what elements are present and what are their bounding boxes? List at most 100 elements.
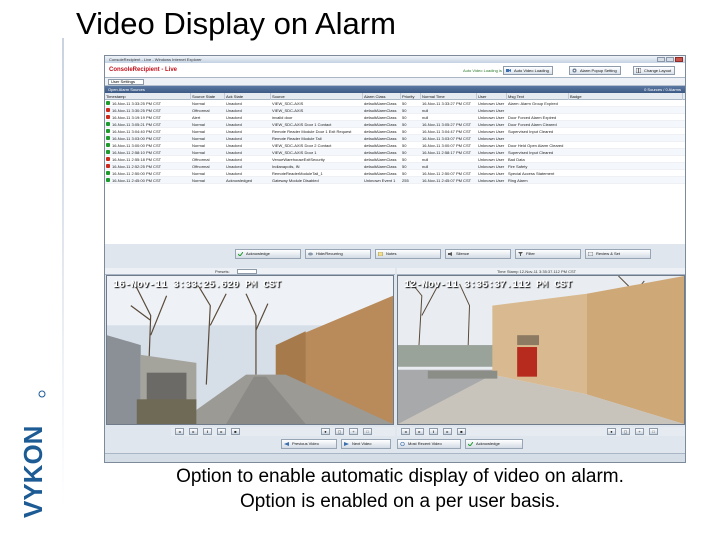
right-forward-button[interactable]: ▸: [443, 428, 452, 435]
right-rewind-button[interactable]: ◂: [401, 428, 410, 435]
most-recent-video-button[interactable]: Most Recent Video: [397, 439, 461, 449]
table-row[interactable]: 16-Nov-11 3:05:21 PM CST Normal Unacked VIE…: [105, 121, 685, 128]
table-cell: null: [422, 157, 429, 162]
window-title: ConsoleRecipient - Live - Windows Intern…: [109, 57, 202, 62]
status-indicator-icon: [106, 101, 110, 105]
right-video-feed[interactable]: 12-Nov-11 3:35:37.112 PM CST: [397, 275, 685, 425]
logo-text: VYKON: [20, 426, 48, 518]
right-fullscreen-button[interactable]: □: [649, 428, 658, 435]
table-cell: invalid door: [272, 115, 293, 120]
table-cell: Door Forced Alarm Cleared: [508, 122, 557, 127]
table-row[interactable]: 16-Nov-11 3:00:00 PM CST Normal Unacked VIE…: [105, 142, 685, 149]
notes-button[interactable]: Notes: [375, 249, 441, 259]
table-row[interactable]: 16-Nov-11 3:33:25 PM CST Normal Unacked VIE…: [105, 100, 685, 107]
table-cell: Unknown User: [478, 101, 505, 106]
table-row[interactable]: 16-Nov-11 2:50:00 PM CST Normal Unacked Rem…: [105, 170, 685, 177]
right-live-button[interactable]: ●: [607, 428, 616, 435]
column-badge[interactable]: Badge: [569, 93, 683, 100]
review-icon: [588, 252, 593, 256]
right-stop-button[interactable]: ■: [457, 428, 466, 435]
table-cell: 50: [402, 108, 407, 113]
table-row[interactable]: 16-Nov-11 3:04:40 PM CST Normal Unacked Rem…: [105, 128, 685, 135]
table-cell: Supervised Input Cleared: [508, 150, 554, 155]
table-cell: Unacked: [226, 115, 242, 120]
table-cell: [569, 100, 683, 107]
acknowledge-button[interactable]: Acknowledge: [235, 249, 301, 259]
maximize-button[interactable]: [666, 57, 674, 62]
next-video-button[interactable]: Next Video: [341, 439, 391, 449]
table-cell: Remote Reader Module Tail: [272, 136, 322, 141]
table-cell: Normal: [192, 143, 205, 148]
column-source-state[interactable]: Source State: [191, 93, 225, 100]
table-cell: Unknown User: [478, 129, 505, 134]
user-settings-select[interactable]: User Settings: [108, 79, 144, 85]
change-layout-button[interactable]: Change Layout: [633, 66, 676, 75]
snapshot-button[interactable]: ◻: [335, 428, 344, 435]
column-ack-state[interactable]: Ack State: [225, 93, 271, 100]
column-msg-text[interactable]: Msg Text: [507, 93, 569, 100]
presets-select[interactable]: [237, 269, 257, 274]
fullscreen-button[interactable]: □: [363, 428, 372, 435]
stop-button[interactable]: ■: [231, 428, 240, 435]
status-indicator-icon: [106, 150, 110, 154]
right-zoom-button[interactable]: +: [635, 428, 644, 435]
play-button[interactable]: ▸: [189, 428, 198, 435]
close-button[interactable]: [675, 57, 683, 62]
browser-window: ConsoleRecipient - Live - Windows Intern…: [104, 55, 686, 463]
filter-button[interactable]: Filter: [515, 249, 581, 259]
table-cell: [569, 170, 683, 177]
review-set-button[interactable]: Review & Set: [585, 249, 651, 259]
table-row[interactable]: 16-Nov-11 2:45:00 PM CST Normal Acknowledg…: [105, 177, 685, 184]
table-row[interactable]: 16-Nov-11 3:30:25 PM CST Offnormal Unacked…: [105, 107, 685, 114]
table-row[interactable]: 16-Nov-11 3:03:00 PM CST Normal Unacked Rem…: [105, 135, 685, 142]
check-icon: [468, 442, 473, 446]
filter-row: User Settings: [105, 78, 685, 86]
table-cell: defaultAlarmClass: [364, 108, 397, 113]
table-cell: 16-Nov-11 3:03:00 PM CST: [112, 136, 162, 141]
notes-icon: [378, 252, 383, 256]
column-source[interactable]: Source: [271, 93, 363, 100]
table-row[interactable]: 16-Nov-11 2:52:25 PM CST Offnormal Unacked…: [105, 163, 685, 170]
pause-button[interactable]: ‖: [203, 428, 212, 435]
table-row[interactable]: 16-Nov-11 2:55:18 PM CST Offnormal Unacked…: [105, 156, 685, 163]
live-button[interactable]: ●: [321, 428, 330, 435]
alarm-popup-setting-button[interactable]: Alarm Popup Setting: [569, 66, 621, 75]
rewind-button[interactable]: ◂: [175, 428, 184, 435]
column-priority[interactable]: Priority: [401, 93, 421, 100]
right-video-time-label: Time Stamp 12-Nov-11 3:35:37.112 PM CST: [497, 269, 577, 274]
table-cell: VIEW_SDC-AXIS Door 1: [272, 150, 317, 155]
auto-video-loading-button[interactable]: Auto Video Loading: [503, 66, 553, 75]
alarm-action-buttons: Acknowledge Hide/Recurring Notes Silence…: [235, 249, 685, 259]
table-cell: RemoteReaderModuleTail_1: [272, 171, 323, 176]
table-cell: Special Access Statement: [508, 171, 555, 176]
table-cell: Ring Alarm: [508, 178, 528, 183]
column-alarm-class[interactable]: Alarm Class: [363, 93, 401, 100]
zoom-button[interactable]: +: [349, 428, 358, 435]
forward-button[interactable]: ▸: [217, 428, 226, 435]
previous-video-button[interactable]: Previous Video: [281, 439, 337, 449]
table-row[interactable]: 16-Nov-11 2:58:10 PM CST Normal Unacked VIE…: [105, 149, 685, 156]
right-pause-button[interactable]: ‖: [429, 428, 438, 435]
right-play-button[interactable]: ▸: [415, 428, 424, 435]
hide-recurring-button[interactable]: Hide/Recurring: [305, 249, 371, 259]
alley-camera-image: [107, 276, 393, 424]
column-user[interactable]: User: [477, 93, 507, 100]
status-indicator-icon: [106, 129, 110, 133]
status-indicator-icon: [106, 122, 110, 126]
right-snapshot-button[interactable]: ◻: [621, 428, 630, 435]
browser-statusbar: [105, 453, 685, 462]
table-cell: 16-Nov-11 2:50:07 PM CST: [422, 171, 472, 176]
table-cell: [569, 142, 683, 149]
table-cell: Remote Reader Module Door 1 Exit Request: [272, 129, 352, 134]
gear-icon: [572, 68, 577, 73]
column-normal-time[interactable]: Normal Time: [421, 93, 477, 100]
left-video-feed[interactable]: 16-Nov-11 3:33:25.620 PM CST: [106, 275, 394, 425]
table-cell: 50: [402, 164, 407, 169]
column-timestamp[interactable]: Timestamp: [105, 93, 191, 100]
minimize-button[interactable]: [657, 57, 665, 62]
table-row[interactable]: 16-Nov-11 3:19:19 PM CST Alert Unacked inva…: [105, 114, 685, 121]
video-acknowledge-button[interactable]: Acknowledge: [465, 439, 523, 449]
silence-button[interactable]: Silence: [445, 249, 511, 259]
alarm-panel-header: Open Alarm Sources 0 Sources / 0 Alarms: [105, 86, 685, 93]
status-indicator-icon: [106, 157, 110, 161]
